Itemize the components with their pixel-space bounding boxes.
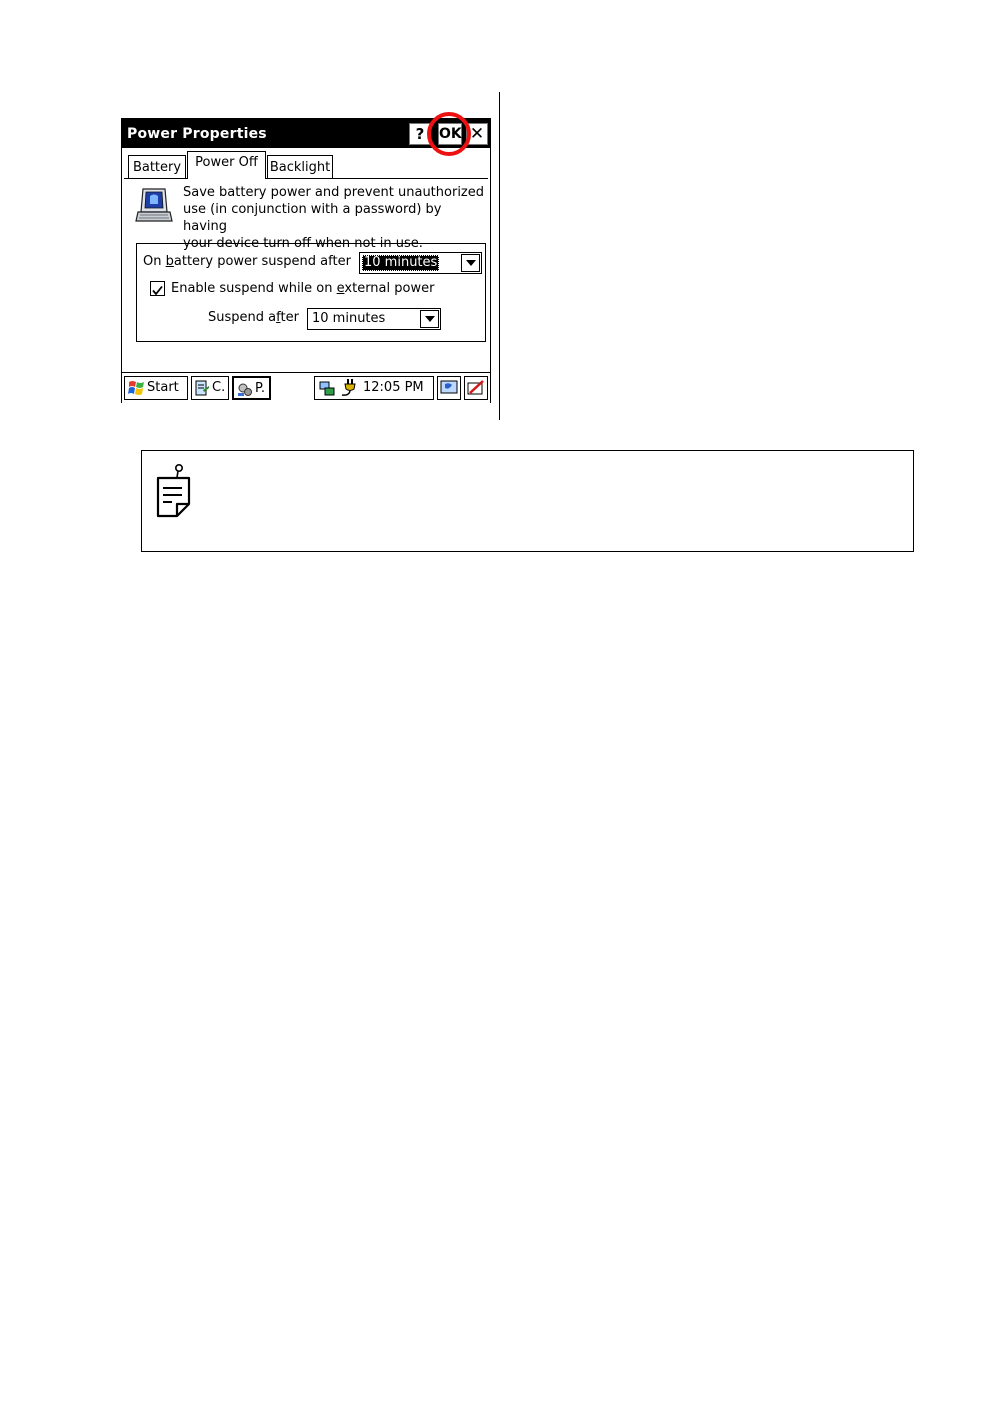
start-label: Start	[147, 380, 179, 395]
tab-divider	[124, 178, 488, 179]
tab-backlight[interactable]: Backlight	[267, 155, 333, 178]
battery-suspend-value: 10 minutes	[362, 255, 440, 271]
taskbar-item-power[interactable]: P.	[232, 376, 271, 400]
chevron-down-icon[interactable]	[461, 254, 480, 272]
external-power-checkbox[interactable]	[150, 281, 165, 296]
start-button[interactable]: Start	[124, 376, 188, 400]
description-line-2: use (in conjunction with a password) by …	[183, 202, 442, 234]
description-text: Save battery power and prevent unauthori…	[183, 184, 488, 252]
window-title: Power Properties	[127, 126, 267, 142]
ok-highlight-circle	[427, 112, 471, 156]
taskbar-item-control-panel[interactable]: C.	[191, 376, 229, 400]
desktop-button[interactable]	[437, 376, 461, 400]
description-line-1: Save battery power and prevent unauthori…	[183, 185, 484, 200]
task2-label: P.	[255, 381, 265, 396]
memo-note-icon	[156, 463, 191, 518]
system-tray: 12:05 PM	[314, 376, 434, 400]
tab-battery[interactable]: Battery	[128, 155, 186, 178]
chevron-down-icon[interactable]	[420, 310, 439, 328]
network-icon[interactable]	[318, 379, 336, 397]
desktop-icon	[440, 380, 458, 394]
suspend-after-value: 10 minutes	[312, 311, 386, 326]
suspend-after-label: Suspend after	[208, 310, 299, 325]
battery-suspend-dropdown[interactable]: 10 minutes	[359, 252, 482, 274]
task1-label: C.	[212, 380, 226, 395]
pen-input-icon	[467, 380, 484, 395]
windows-logo-icon	[128, 381, 144, 395]
suspend-after-dropdown[interactable]: 10 minutes	[307, 308, 441, 330]
clock[interactable]: 12:05 PM	[363, 377, 424, 399]
handheld-device-icon	[134, 186, 174, 230]
battery-suspend-label: On battery power suspend after	[143, 254, 351, 269]
input-panel-button[interactable]	[464, 376, 488, 400]
note-box	[141, 450, 914, 552]
power-properties-window: Power Properties ? OK ✕ Battery Power Of…	[121, 112, 491, 403]
power-gears-icon	[238, 383, 252, 396]
page-divider-line	[499, 92, 500, 420]
control-panel-icon	[195, 380, 209, 396]
external-power-label: Enable suspend while on external power	[171, 281, 435, 296]
tab-power-off[interactable]: Power Off	[187, 151, 266, 179]
checkmark-icon	[152, 285, 163, 296]
ac-power-plug-icon[interactable]	[339, 378, 357, 398]
taskbar: Start C. P. 12:05 PM	[122, 372, 490, 403]
suspend-settings-group: On battery power suspend after 10 minute…	[136, 243, 486, 342]
